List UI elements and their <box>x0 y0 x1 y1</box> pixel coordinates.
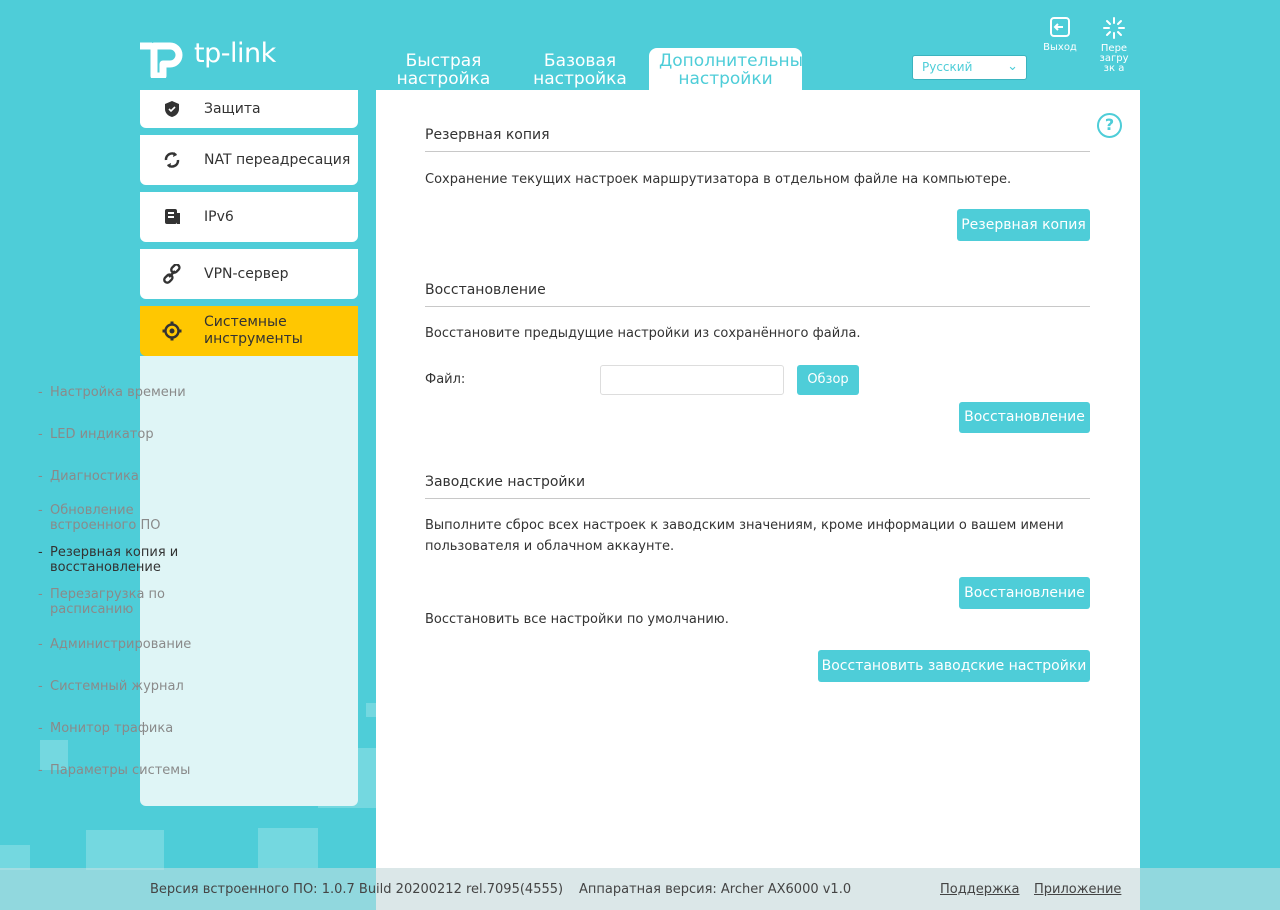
factory-default-text: Восстановить все настройки по умолчанию. <box>425 612 729 627</box>
submenu-item-label: Диагностика <box>50 469 139 484</box>
factory-reset-button[interactable]: Восстановить заводские настройки <box>818 650 1090 682</box>
logout-button[interactable]: Выход <box>1040 16 1080 53</box>
submenu-item-label: Резервная копия и восстановление <box>50 545 179 575</box>
tab-basic[interactable]: Базовая настройка <box>511 48 649 90</box>
tp-link-logo-icon <box>140 42 183 78</box>
submenu-item-system-params[interactable]: - Параметры системы <box>38 763 191 778</box>
sidebar-item-security[interactable]: Защита <box>140 90 358 128</box>
file-label: Файл: <box>425 372 466 387</box>
chevron-down-icon: ⌄ <box>1007 59 1018 74</box>
decor-square <box>258 828 318 868</box>
logout-icon <box>1050 17 1070 37</box>
submenu-item-label: LED индикатор <box>50 427 154 442</box>
restore-title: Восстановление <box>425 282 546 298</box>
logout-label: Выход <box>1043 42 1077 53</box>
sidebar-item-label: Защита <box>204 101 261 117</box>
restore-button[interactable]: Восстановление <box>959 402 1090 433</box>
factory-description-line: пользователя и облачном аккаунте. <box>425 539 675 554</box>
language-value: Русский <box>922 60 973 74</box>
backup-button[interactable]: Резервная копия <box>957 209 1090 241</box>
submenu-item-led[interactable]: - LED индикатор <box>38 427 154 442</box>
sidebar-item-vpn[interactable]: VPN-сервер <box>140 249 358 299</box>
sidebar-item-label: IPv6 <box>204 209 234 225</box>
submenu-item-label: Обновление встроенного ПО <box>50 503 161 533</box>
factory-restore-button[interactable]: Восстановление <box>959 577 1090 609</box>
submenu-item-backup-restore[interactable]: - Резервная копия и восстановление <box>38 545 190 575</box>
main-nav: Быстрая настройка Базовая настройка Допо… <box>376 48 813 90</box>
decor-square <box>86 830 164 870</box>
submenu-item-firmware[interactable]: - Обновление встроенного ПО <box>38 503 180 533</box>
backup-description: Сохранение текущих настроек маршрутизато… <box>425 172 1012 187</box>
backup-title: Резервная копия <box>425 127 550 143</box>
help-icon[interactable]: ? <box>1097 113 1122 138</box>
factory-description: Выполните сброс всех настроек к заводски… <box>425 515 1064 557</box>
submenu-item-administration[interactable]: - Администрирование <box>38 637 192 652</box>
submenu-item-label: Настройка времени <box>50 385 186 400</box>
file-input[interactable] <box>600 365 784 395</box>
link-icon <box>140 264 204 284</box>
tab-quick-setup[interactable]: Быстрая настройка <box>376 48 511 90</box>
restore-description: Восстановите предыдущие настройки из сох… <box>425 326 861 341</box>
app-link[interactable]: Приложение <box>1034 882 1121 897</box>
submenu-item-traffic-monitor[interactable]: - Монитор трафика <box>38 721 174 736</box>
submenu-item-system-log[interactable]: - Системный журнал <box>38 679 184 694</box>
language-select[interactable]: Русский ⌄ <box>912 55 1027 80</box>
submenu-item-diagnostics[interactable]: - Диагностика <box>38 469 139 484</box>
divider <box>425 151 1090 152</box>
submenu-item-label: Параметры системы <box>50 763 191 778</box>
sidebar-item-ipv6[interactable]: IPv6 <box>140 192 358 242</box>
submenu <box>140 356 358 806</box>
submenu-item-label: Администрирование <box>50 637 192 652</box>
factory-description-line: Выполните сброс всех настроек к заводски… <box>425 518 1064 533</box>
sidebar-item-label: Системные инструменты <box>204 314 303 347</box>
submenu-item-time[interactable]: - Настройка времени <box>38 385 186 400</box>
sidebar-item-label: NAT переадресация <box>204 152 351 168</box>
factory-title: Заводские настройки <box>425 474 586 490</box>
decor-square <box>0 845 30 870</box>
submenu-item-reboot-schedule[interactable]: - Перезагрузка по расписанию <box>38 587 180 617</box>
firmware-version: Версия встроенного ПО: 1.0.7 Build 20200… <box>150 882 564 897</box>
gear-icon <box>140 321 204 341</box>
submenu-item-label: Монитор трафика <box>50 721 174 736</box>
reboot-icon <box>1103 17 1125 39</box>
reboot-label: Пере загрузк а <box>1099 43 1129 74</box>
support-link[interactable]: Поддержка <box>940 882 1020 897</box>
hardware-version: Аппаратная версия: Archer AX6000 v1.0 <box>579 882 852 897</box>
sidebar-item-system-tools[interactable]: Системные инструменты <box>140 306 358 356</box>
tp-link-logo: tp-link <box>140 28 276 78</box>
divider <box>425 498 1090 499</box>
sidebar-item-label: VPN-сервер <box>204 266 289 282</box>
submenu-item-label: Перезагрузка по расписанию <box>50 587 165 617</box>
browse-button[interactable]: Обзор <box>797 365 859 395</box>
reboot-button[interactable]: Пере загрузк а <box>1098 16 1130 74</box>
decor-square <box>366 703 376 717</box>
logo-text: tp-link <box>194 37 276 69</box>
tab-advanced[interactable]: Дополнительные настройки <box>649 48 813 90</box>
divider <box>425 306 1090 307</box>
nat-icon <box>140 151 204 169</box>
sidebar-item-nat[interactable]: NAT переадресация <box>140 135 358 185</box>
shield-icon <box>140 100 204 118</box>
submenu-item-label: Системный журнал <box>50 679 184 694</box>
ipv6-icon <box>140 208 204 226</box>
